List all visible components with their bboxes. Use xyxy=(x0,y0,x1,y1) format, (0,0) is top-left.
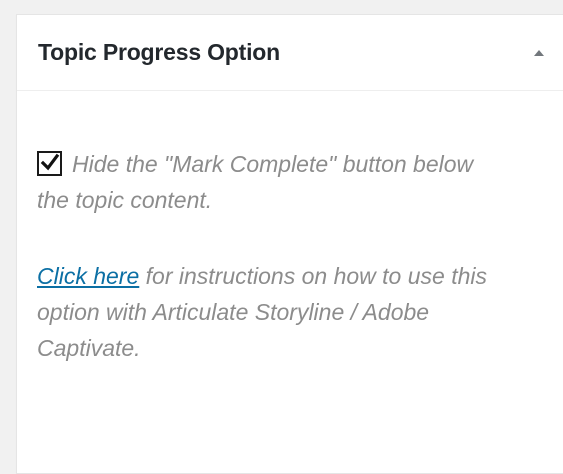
metabox-content: Hide the "Mark Complete" button below th… xyxy=(17,91,563,473)
triangle-up-icon[interactable] xyxy=(527,41,551,65)
instructions-link[interactable]: Click here xyxy=(37,263,139,289)
checkbox-label: Hide the "Mark Complete" button below th… xyxy=(37,151,474,213)
checkmark-icon xyxy=(40,153,60,171)
hide-mark-complete-checkbox[interactable] xyxy=(37,151,62,176)
metabox-header[interactable]: Topic Progress Option xyxy=(17,15,563,91)
metabox-title: Topic Progress Option xyxy=(38,39,281,65)
hide-mark-complete-option: Hide the "Mark Complete" button below th… xyxy=(37,146,507,218)
help-text: Click here for instructions on how to us… xyxy=(37,258,537,366)
topic-progress-metabox: Topic Progress Option Hide the "Mark Com… xyxy=(16,14,563,474)
